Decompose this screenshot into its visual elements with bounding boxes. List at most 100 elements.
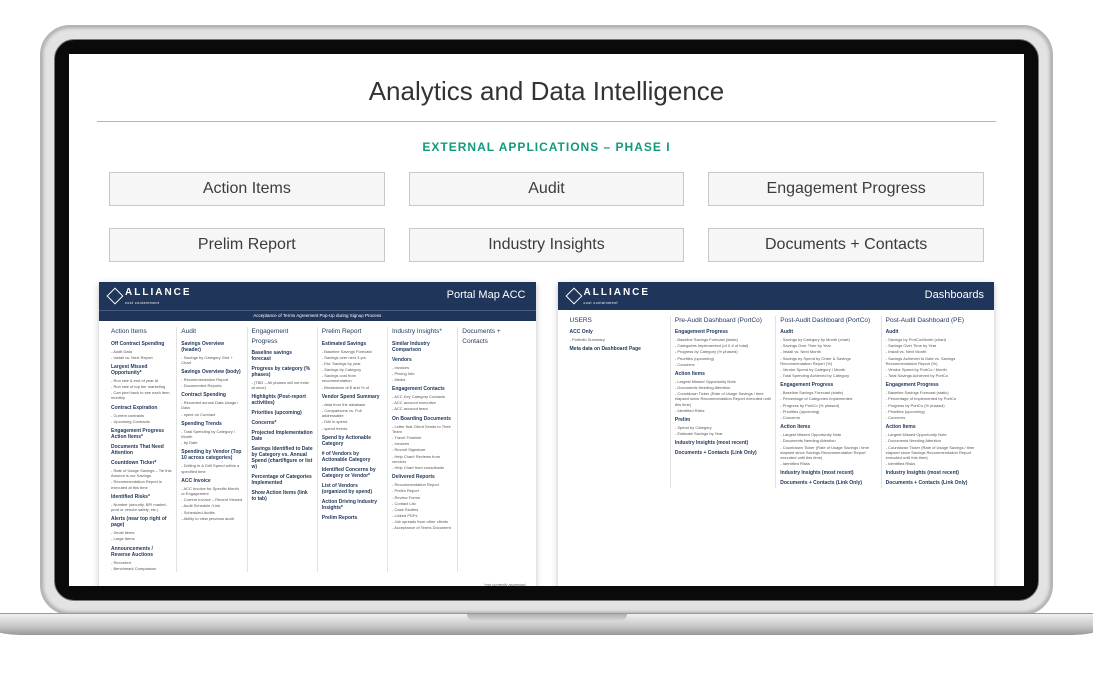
list-item: Documents Needing Attention (675, 385, 771, 390)
column-heading: Pre-Audit Dashboard (PortCo) (675, 316, 771, 325)
list-item: Drilling in & Drill Spend within a speci… (181, 463, 242, 473)
screen: Analytics and Data Intelligence EXTERNAL… (69, 54, 1024, 586)
list-item: Media (392, 377, 453, 382)
group-heading: Contract Expiration (111, 405, 172, 411)
list-item: ACC account executive (392, 400, 453, 405)
list-item: Progress by PortCo (% phased) (886, 403, 982, 408)
list-item: Countdown Ticker (Rate of Usage Savings … (780, 445, 876, 461)
list-item: Largest Missed Opportunity Note (780, 432, 876, 437)
list-item: Rate of Usage Savings – Tie this Amount … (111, 468, 172, 478)
group-heading: Meta data on Dashboard Page (570, 346, 666, 352)
tab-documents[interactable]: Documents + Contacts (708, 228, 984, 262)
group-heading: Savings Overview (header) (181, 341, 242, 353)
panel-footnote: *not currently assessed (99, 580, 536, 586)
group-heading: Identified Risks* (111, 494, 172, 500)
group-heading: Spend by Actionable Category (322, 435, 383, 447)
list-item: Savings over next 3 yrs (322, 355, 383, 360)
list-item: Current contracts (111, 413, 172, 418)
preview-panels: ALLIANCE cost containment Portal Map ACC… (69, 282, 1024, 586)
list-item: Percentage of Categories Implemented (780, 396, 876, 401)
list-item: Portfolio Summary (570, 337, 666, 342)
tab-industry[interactable]: Industry Insights (409, 228, 685, 262)
group-heading: Action Items (886, 424, 982, 430)
tab-grid: Action Items Audit Engagement Progress P… (69, 172, 1024, 282)
group-heading: Spending by Vendor (Top 10 across catego… (181, 449, 242, 461)
laptop-frame: Analytics and Data Intelligence EXTERNAL… (40, 25, 1053, 615)
column-heading: Documents + Contacts (462, 327, 523, 346)
group-heading: Action Driving Industry Insights* (322, 499, 383, 511)
list-item: Upcoming Contracts (111, 419, 172, 424)
list-item: Recommendation Report is executed at thi… (111, 479, 172, 489)
group-heading: On Boarding Documents (392, 416, 453, 422)
list-item: Small Items (111, 530, 172, 535)
list-item: Comparisons vs. Full addressable (322, 408, 383, 418)
list-item: Large Items (111, 536, 172, 541)
list-item: Current Invoice – Recent Viewed (181, 497, 242, 502)
list-item: Documents Needing Attention (780, 438, 876, 443)
panel-title: Portal Map ACC (447, 288, 526, 304)
list-item: Savings by Category Grid + Chart (181, 355, 242, 365)
group-heading: Documents That Need Attention (111, 444, 172, 456)
group-heading: Prelim (675, 417, 771, 423)
list-item: Progress by PortCo (% phased) (780, 403, 876, 408)
brand-mark-icon (565, 287, 582, 304)
list-item: Baseline Savings Forecast (static) (886, 390, 982, 395)
list-item: Install vs. Next Month (886, 349, 982, 354)
group-heading: Priorities (upcoming) (252, 410, 313, 416)
brand-subtext: cost containment (584, 301, 651, 306)
list-item: Largest Missed Opportunity Note (886, 432, 982, 437)
tab-audit[interactable]: Audit (409, 172, 685, 206)
column-heading: Prelim Report (322, 327, 383, 336)
list-item: Spend by Category (675, 425, 771, 430)
list-item: Documents Needing Attention (886, 438, 982, 443)
group-heading: Vendor Spend Summary (322, 394, 383, 400)
list-item: Case Studies (392, 507, 453, 512)
list-item: Install vs. Next Month (780, 349, 876, 354)
page-title: Analytics and Data Intelligence (69, 54, 1024, 121)
panel-header: ALLIANCE cost containment Dashboards (558, 282, 995, 310)
brand-text: ALLIANCE (584, 287, 651, 298)
group-heading: Countdown Ticker* (111, 460, 172, 466)
tab-prelim-report[interactable]: Prelim Report (109, 228, 385, 262)
tab-action-items[interactable]: Action Items (109, 172, 385, 206)
group-heading: Off Contract Spending (111, 341, 172, 347)
list-item: Savings by Spend by Order & Savings Reco… (780, 356, 876, 366)
list-item: Breakdown of $ and % of (322, 385, 383, 390)
group-heading: Engagement Progress (780, 382, 876, 388)
panel-subheader: Acceptance of Terms Agreement Pop-Up dur… (99, 310, 536, 322)
list-item: Audit Schedule /Link (181, 503, 242, 508)
group-heading: # of Vendors by Actionable Category (322, 451, 383, 463)
group-heading: Show Action Items (link to tab) (252, 490, 313, 502)
group-heading: Identified Concerns by Category or Vendo… (322, 467, 383, 479)
list-item: Est. Savings by year (322, 361, 383, 366)
group-heading: Audit (886, 329, 982, 335)
panel-column: Engagement ProgressBaseline savings fore… (247, 327, 317, 572)
section-subtitle: EXTERNAL APPLICATIONS – PHASE I (69, 140, 1024, 154)
list-item: ACC Invoice for Specific Month or Engage… (181, 486, 242, 496)
column-heading: Audit (181, 327, 242, 336)
list-item: Recorded (111, 560, 172, 565)
list-item: data from the database (322, 402, 383, 407)
list-item: spent on Contract (181, 412, 242, 417)
list-item: Identified Risks (780, 461, 876, 466)
list-item: ACC Key Category Contacts (392, 394, 453, 399)
list-item: Largest Missed Opportunity Note (675, 379, 771, 384)
group-heading: Announcements / Reverse Auctions (111, 546, 172, 558)
tab-engagement[interactable]: Engagement Progress (708, 172, 984, 206)
group-heading: Similar Industry Comparison (392, 341, 453, 353)
panel-column: Post-Audit Dashboard (PortCo)AuditSaving… (775, 316, 880, 489)
group-heading: List of Vendors (organized by spend) (322, 483, 383, 495)
group-heading: Progress by category (% phases) (252, 366, 313, 378)
list-item: Ability to view previous audit (181, 516, 242, 521)
list-item: Scheduled Audits (181, 510, 242, 515)
list-item: Savings cost from recommendation (322, 373, 383, 383)
list-item: Countdown Ticker (Rate of Usage Savings … (886, 445, 982, 461)
group-heading: Action Items (780, 424, 876, 430)
brand-logo: ALLIANCE cost containment (568, 286, 651, 306)
list-item: Concerns (886, 415, 982, 420)
list-item: Documented Reports (181, 383, 242, 388)
list-item: by Date (181, 440, 242, 445)
list-item: Recommendation Report (181, 377, 242, 382)
list-item: Identified Risks (886, 461, 982, 466)
group-heading: Engagement Progress Action Items* (111, 428, 172, 440)
